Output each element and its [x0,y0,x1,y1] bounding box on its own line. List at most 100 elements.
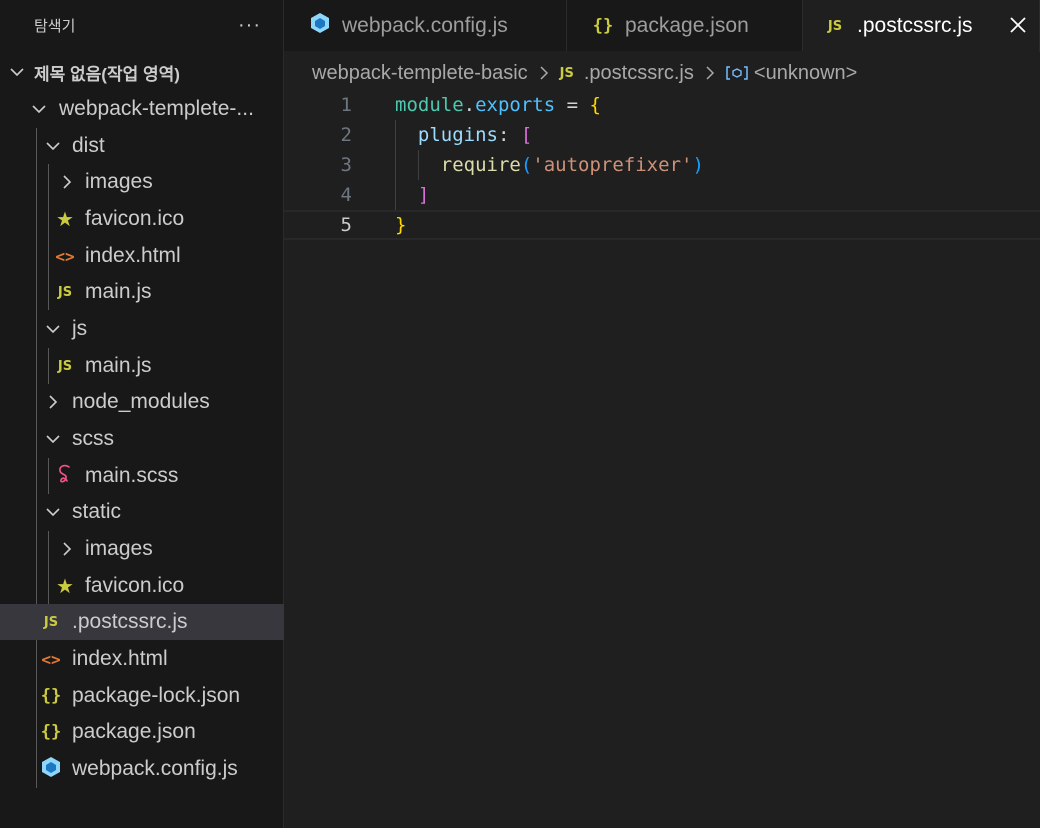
explorer-title: 탐색기 [34,17,76,35]
breadcrumb-file[interactable]: .postcssrc.js [584,62,694,85]
tree-folder-scss[interactable]: scss [0,421,284,457]
chevron-right-icon [44,393,62,411]
tree-file-index-html[interactable]: <> index.html [0,641,284,677]
tab-label: package.json [625,13,749,37]
tree-item-label: images [85,537,153,560]
tree-file-main-scss[interactable]: main.scss [0,458,284,494]
code-text: require('autoprefixer') [395,150,704,180]
tree-item-label: images [85,170,153,193]
tree-item-label: .postcssrc.js [72,610,188,633]
html-file-icon: <> [55,246,75,266]
line-number: 1 [340,94,352,116]
tab-package-json[interactable]: {} package.json [567,0,803,51]
tree-item-label: index.html [85,244,181,267]
js-file-icon: JS [57,358,73,374]
code-line[interactable]: 4 ] [284,180,1040,210]
code-token: module [395,94,464,116]
webpack-icon [40,756,62,783]
js-file-icon: JS [57,284,73,300]
tree-item-label: webpack-templete-... [59,97,254,120]
line-number: 5 [340,214,352,236]
tree-folder-images[interactable]: images [0,531,284,567]
tree-file-package-lock[interactable]: {} package-lock.json [0,678,284,714]
code-text: module.exports = { [395,90,601,120]
tree-item-label: favicon.ico [85,574,185,597]
line-number: 2 [340,124,352,146]
line-number: 3 [340,154,352,176]
code-line[interactable]: 1 module.exports = { [284,90,1040,120]
html-file-icon: <> [41,649,61,669]
close-icon[interactable] [1007,14,1029,41]
symbol-variable-icon [726,64,748,82]
tree-folder-images[interactable]: images [0,164,284,200]
js-file-icon: JS [559,65,574,81]
code-token: : [497,124,521,146]
tree-item-label: package-lock.json [72,684,241,707]
tree-folder-dist[interactable]: dist [0,128,284,164]
tab-postcssrc[interactable]: JS .postcssrc.js [803,0,1040,52]
tree-folder-static[interactable]: static [0,494,284,530]
tree-file-main-js[interactable]: JS main.js [0,348,284,384]
breadcrumb: webpack-templete-basic JS .postcssrc.js … [312,58,857,88]
code-token: ) [692,154,704,176]
code-text: } [395,210,406,240]
js-file-icon: JS [43,614,59,630]
webpack-icon [308,12,332,39]
editor-tab-bar: webpack.config.js {} package.json JS .po… [284,0,1040,52]
more-actions-icon[interactable]: ··· [238,14,261,37]
tree-file-favicon[interactable]: ★ favicon.ico [0,568,284,604]
chevron-down-icon [44,430,62,448]
sass-file-icon [54,463,76,490]
chevron-down-icon [44,503,62,521]
tree-file-index-html[interactable]: <> index.html [0,238,284,274]
tab-webpack-config[interactable]: webpack.config.js [284,0,567,51]
js-file-icon: JS [827,18,843,34]
chevron-right-icon [702,64,718,82]
chevron-down-icon [8,63,26,81]
tree-folder-webpack-templete[interactable]: webpack-templete-... [0,91,284,127]
code-token: { [589,94,601,116]
tree-file-main-js[interactable]: JS main.js [0,274,284,310]
code-token: . [463,94,476,116]
json-file-icon: {} [40,722,62,742]
tree-item-label: package.json [72,720,196,743]
tree-item-label: favicon.ico [85,207,185,230]
chevron-right-icon [58,540,76,558]
code-token: = [555,94,590,116]
code-text: ] [395,180,429,210]
code-token: 'autoprefixer' [532,154,693,176]
star-icon: ★ [56,575,74,598]
tree-file-webpack-config[interactable]: webpack.config.js [0,751,284,787]
json-file-icon: {} [40,686,62,706]
code-token: [ [520,124,533,146]
code-token: ( [520,154,533,176]
code-text: plugins: [ [395,120,532,150]
breadcrumb-folder[interactable]: webpack-templete-basic [312,62,528,85]
workspace-header[interactable]: 제목 없음(작업 영역) [0,54,284,90]
workspace-label: 제목 없음(작업 영역) [34,64,180,84]
chevron-down-icon [30,100,48,118]
code-line[interactable]: 3 require('autoprefixer') [284,150,1040,180]
code-token: plugins [395,124,498,146]
chevron-down-icon [44,320,62,338]
code-token: require [395,154,521,176]
line-number: 4 [340,184,352,206]
chevron-right-icon [58,173,76,191]
tree-item-label: scss [72,427,114,450]
json-file-icon: {} [592,15,614,36]
code-token: exports [475,94,556,116]
code-token: } [395,214,407,236]
breadcrumb-symbol[interactable]: <unknown> [754,62,857,85]
tree-file-postcssrc[interactable]: JS .postcssrc.js [0,604,284,640]
tree-item-label: js [72,317,88,340]
tree-file-favicon[interactable]: ★ favicon.ico [0,201,284,237]
tree-item-label: dist [72,134,105,157]
tab-label: .postcssrc.js [857,14,973,37]
code-line[interactable]: 2 plugins: [ [284,120,1040,150]
code-editor[interactable]: 1 module.exports = {2 plugins: [3 require… [284,90,1040,828]
tree-folder-js[interactable]: js [0,311,284,347]
chevron-down-icon [44,137,62,155]
code-line[interactable]: 5} [284,210,1040,240]
tree-folder-node-modules[interactable]: node_modules [0,384,284,420]
tree-file-package-json[interactable]: {} package.json [0,714,284,750]
